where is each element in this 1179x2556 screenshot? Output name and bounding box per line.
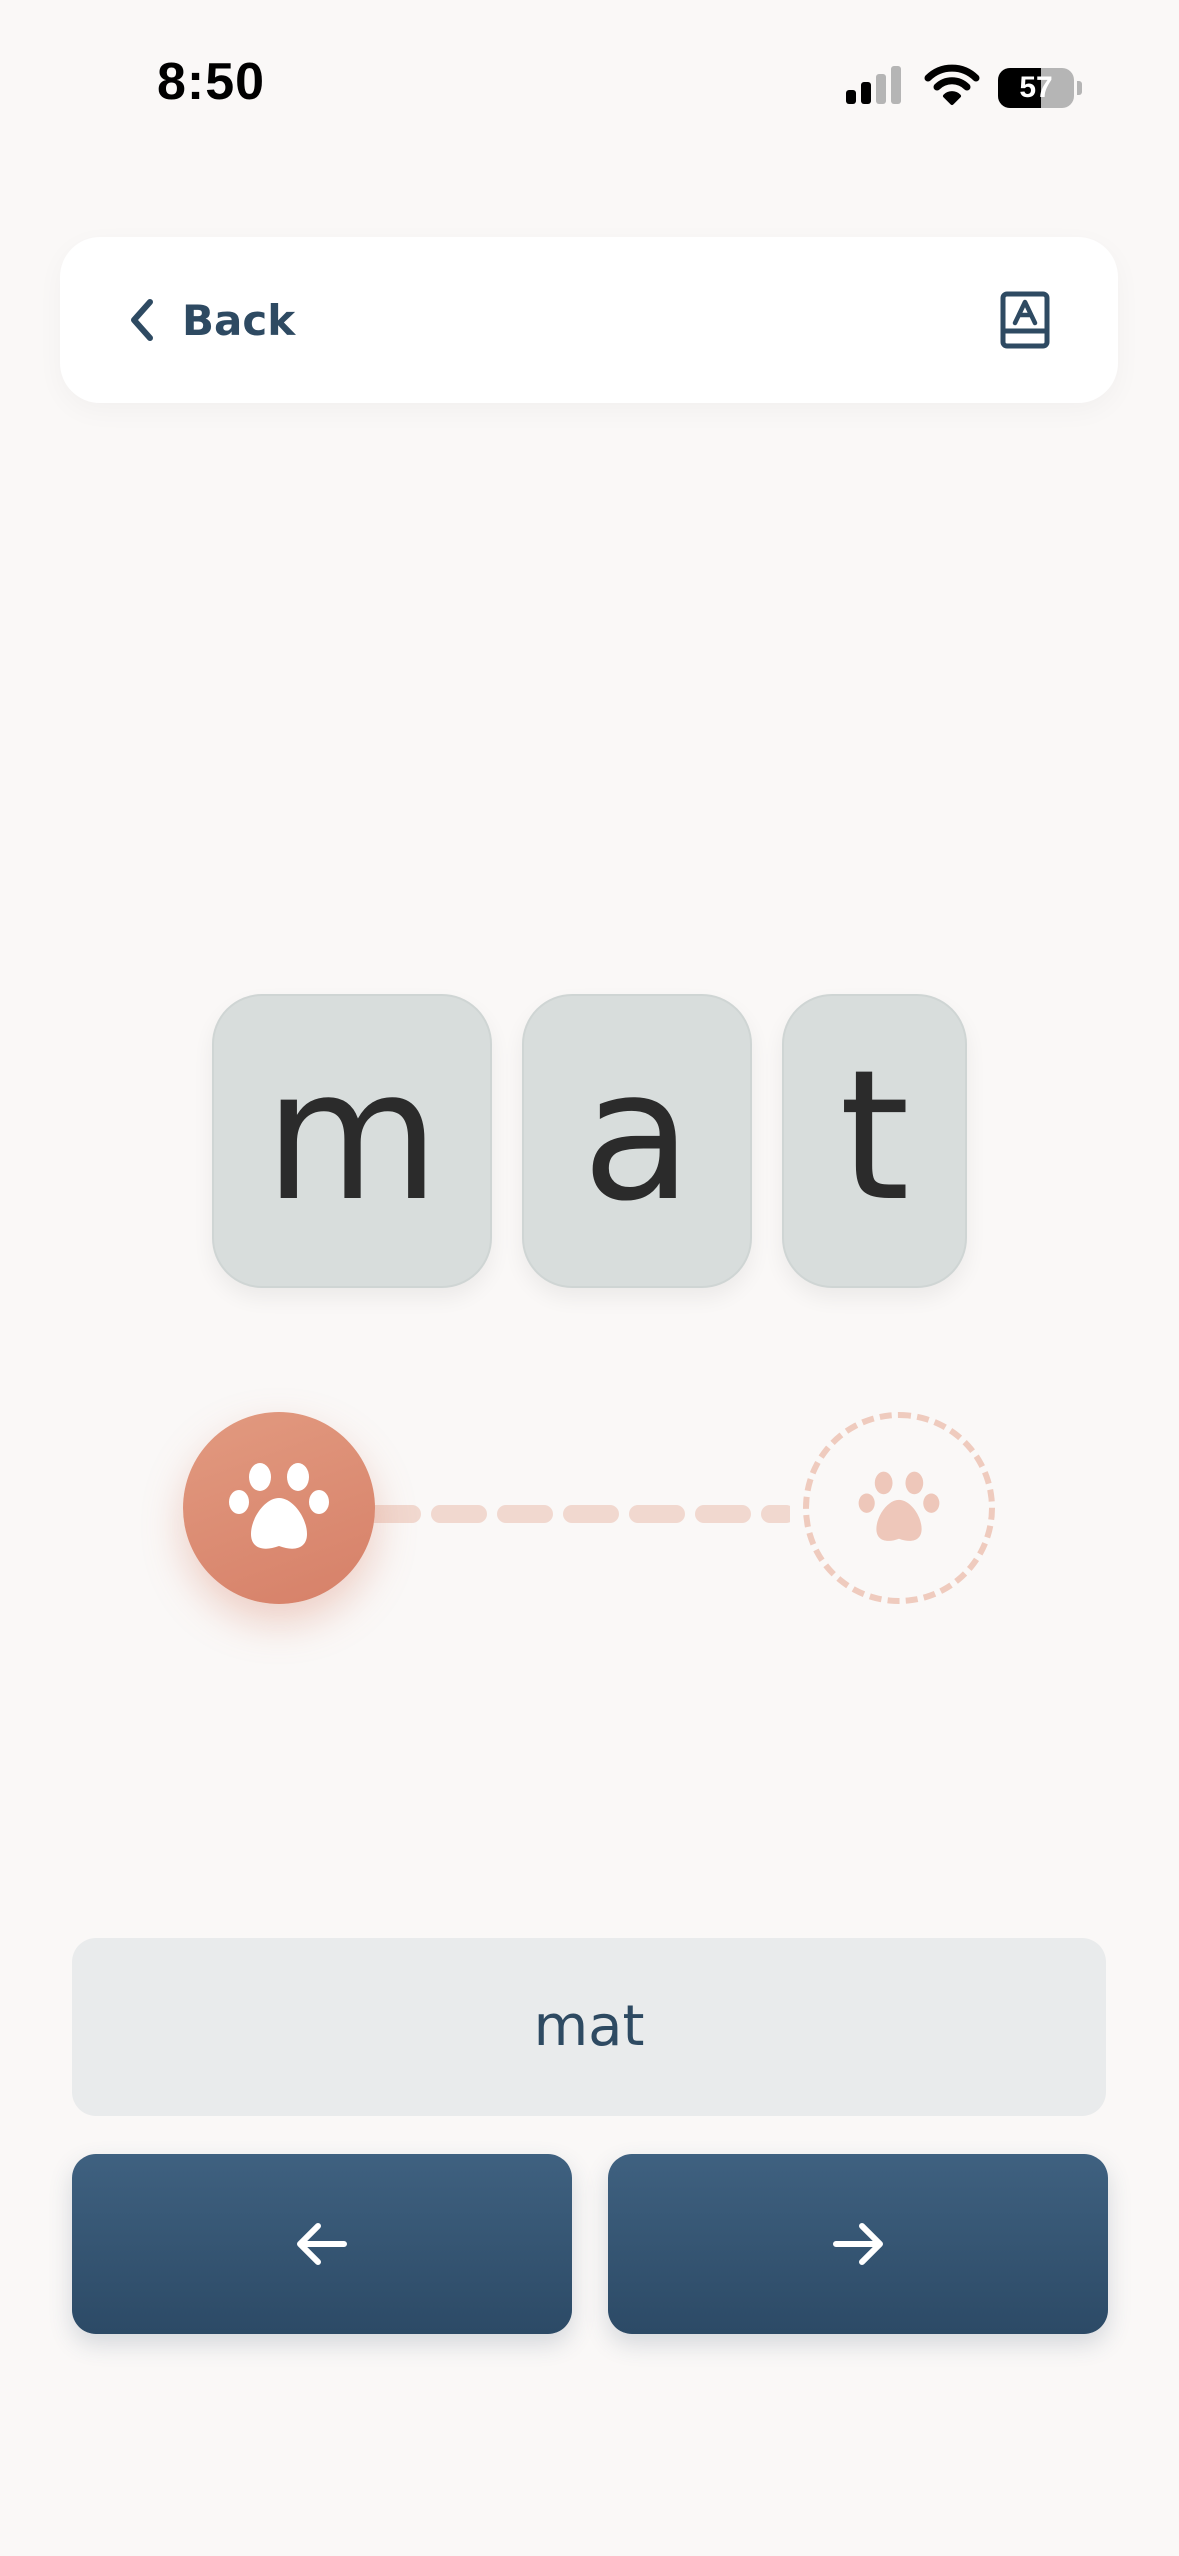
progress-end-marker bbox=[803, 1412, 995, 1604]
word-label: mat bbox=[533, 1993, 645, 2059]
back-button[interactable]: Back bbox=[128, 277, 295, 363]
letter-tile-m[interactable]: m bbox=[212, 994, 492, 1288]
letter-tile-t[interactable]: t bbox=[782, 994, 967, 1288]
letter-tile-label: a bbox=[581, 1032, 693, 1241]
signal-icon bbox=[846, 66, 901, 104]
reading-progress-track bbox=[0, 1400, 1179, 1620]
status-time: 8:50 bbox=[157, 53, 266, 111]
battery-level: 57 bbox=[1019, 71, 1053, 104]
arrow-right-icon bbox=[833, 2223, 883, 2265]
status-bar: 8:50 57 bbox=[0, 0, 1179, 170]
paw-icon bbox=[858, 1471, 940, 1541]
battery-icon: 57 bbox=[998, 68, 1082, 108]
arrow-left-icon bbox=[297, 2223, 347, 2265]
book-button[interactable] bbox=[990, 287, 1060, 353]
progress-start-marker[interactable] bbox=[183, 1412, 375, 1604]
letter-tile-label: m bbox=[264, 1032, 440, 1241]
wifi-icon bbox=[924, 64, 980, 105]
previous-button[interactable] bbox=[72, 2154, 572, 2334]
back-label: Back bbox=[182, 295, 296, 345]
header-card: Back bbox=[60, 237, 1118, 403]
letter-tile-a[interactable]: a bbox=[522, 994, 752, 1288]
paw-icon bbox=[229, 1463, 329, 1549]
book-icon bbox=[1000, 291, 1050, 349]
progress-dashed-line bbox=[370, 1505, 790, 1523]
chevron-left-icon bbox=[131, 299, 153, 341]
word-display[interactable]: mat bbox=[72, 1938, 1106, 2116]
next-button[interactable] bbox=[608, 2154, 1108, 2334]
letter-tiles: m a t bbox=[0, 994, 1179, 1290]
letter-tile-label: t bbox=[839, 1032, 910, 1241]
